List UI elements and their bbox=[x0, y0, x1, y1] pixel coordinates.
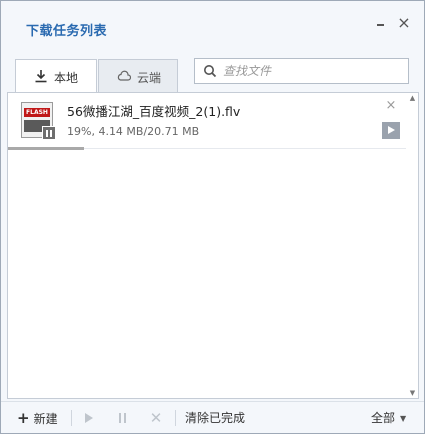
divider bbox=[175, 410, 176, 426]
filter-label: 全部 bbox=[371, 411, 396, 425]
tab-local[interactable]: 本地 bbox=[15, 59, 97, 92]
download-list: FLASH 56微播江湖_百度视频_2(1).flv 19%, 4.14 MB/… bbox=[7, 92, 419, 399]
item-pause-icon[interactable] bbox=[42, 126, 56, 140]
delete-button[interactable]: ✕ bbox=[148, 409, 164, 427]
play-icon[interactable] bbox=[382, 122, 400, 139]
remove-item-icon[interactable]: × bbox=[384, 99, 398, 113]
file-type-badge: FLASH bbox=[24, 108, 50, 117]
window-title: 下载任务列表 bbox=[26, 24, 108, 39]
scroll-down-icon[interactable]: ▼ bbox=[407, 388, 418, 398]
download-task-window: 下载任务列表 × 本地 云端 FLASH 56微播 bbox=[0, 0, 425, 434]
scroll-up-icon[interactable]: ▲ bbox=[407, 93, 418, 103]
new-task-button[interactable]: + 新建 bbox=[17, 409, 58, 427]
tab-local-label: 本地 bbox=[54, 71, 79, 85]
title-bar: 下载任务列表 × bbox=[1, 1, 424, 51]
tab-cloud[interactable]: 云端 bbox=[98, 59, 178, 92]
divider bbox=[71, 410, 72, 426]
download-icon bbox=[35, 70, 47, 83]
search-input[interactable] bbox=[223, 62, 403, 80]
tab-cloud-label: 云端 bbox=[137, 71, 162, 85]
search-icon bbox=[204, 65, 217, 78]
clear-completed-button[interactable]: 清除已完成 bbox=[185, 409, 245, 427]
download-item[interactable]: FLASH 56微播江湖_百度视频_2(1).flv 19%, 4.14 MB/… bbox=[8, 93, 406, 150]
search-box[interactable] bbox=[194, 58, 409, 84]
minimize-icon[interactable] bbox=[373, 13, 387, 33]
flash-file-icon: FLASH bbox=[21, 102, 57, 142]
download-status: 19%, 4.14 MB/20.71 MB bbox=[67, 125, 200, 138]
chevron-down-icon: ▼ bbox=[400, 413, 407, 423]
footer-toolbar: + 新建 ✕ 清除已完成 全部 ▼ bbox=[1, 401, 424, 433]
plus-icon: + bbox=[17, 409, 30, 427]
cloud-icon bbox=[117, 70, 131, 81]
start-button[interactable] bbox=[83, 409, 97, 427]
download-progress-bar bbox=[8, 147, 84, 150]
filter-dropdown[interactable]: 全部 ▼ bbox=[371, 409, 406, 427]
pause-button[interactable] bbox=[116, 409, 130, 427]
close-icon[interactable]: × bbox=[394, 13, 414, 33]
download-filename: 56微播江湖_百度视频_2(1).flv bbox=[67, 104, 241, 119]
new-task-label: 新建 bbox=[33, 412, 58, 426]
